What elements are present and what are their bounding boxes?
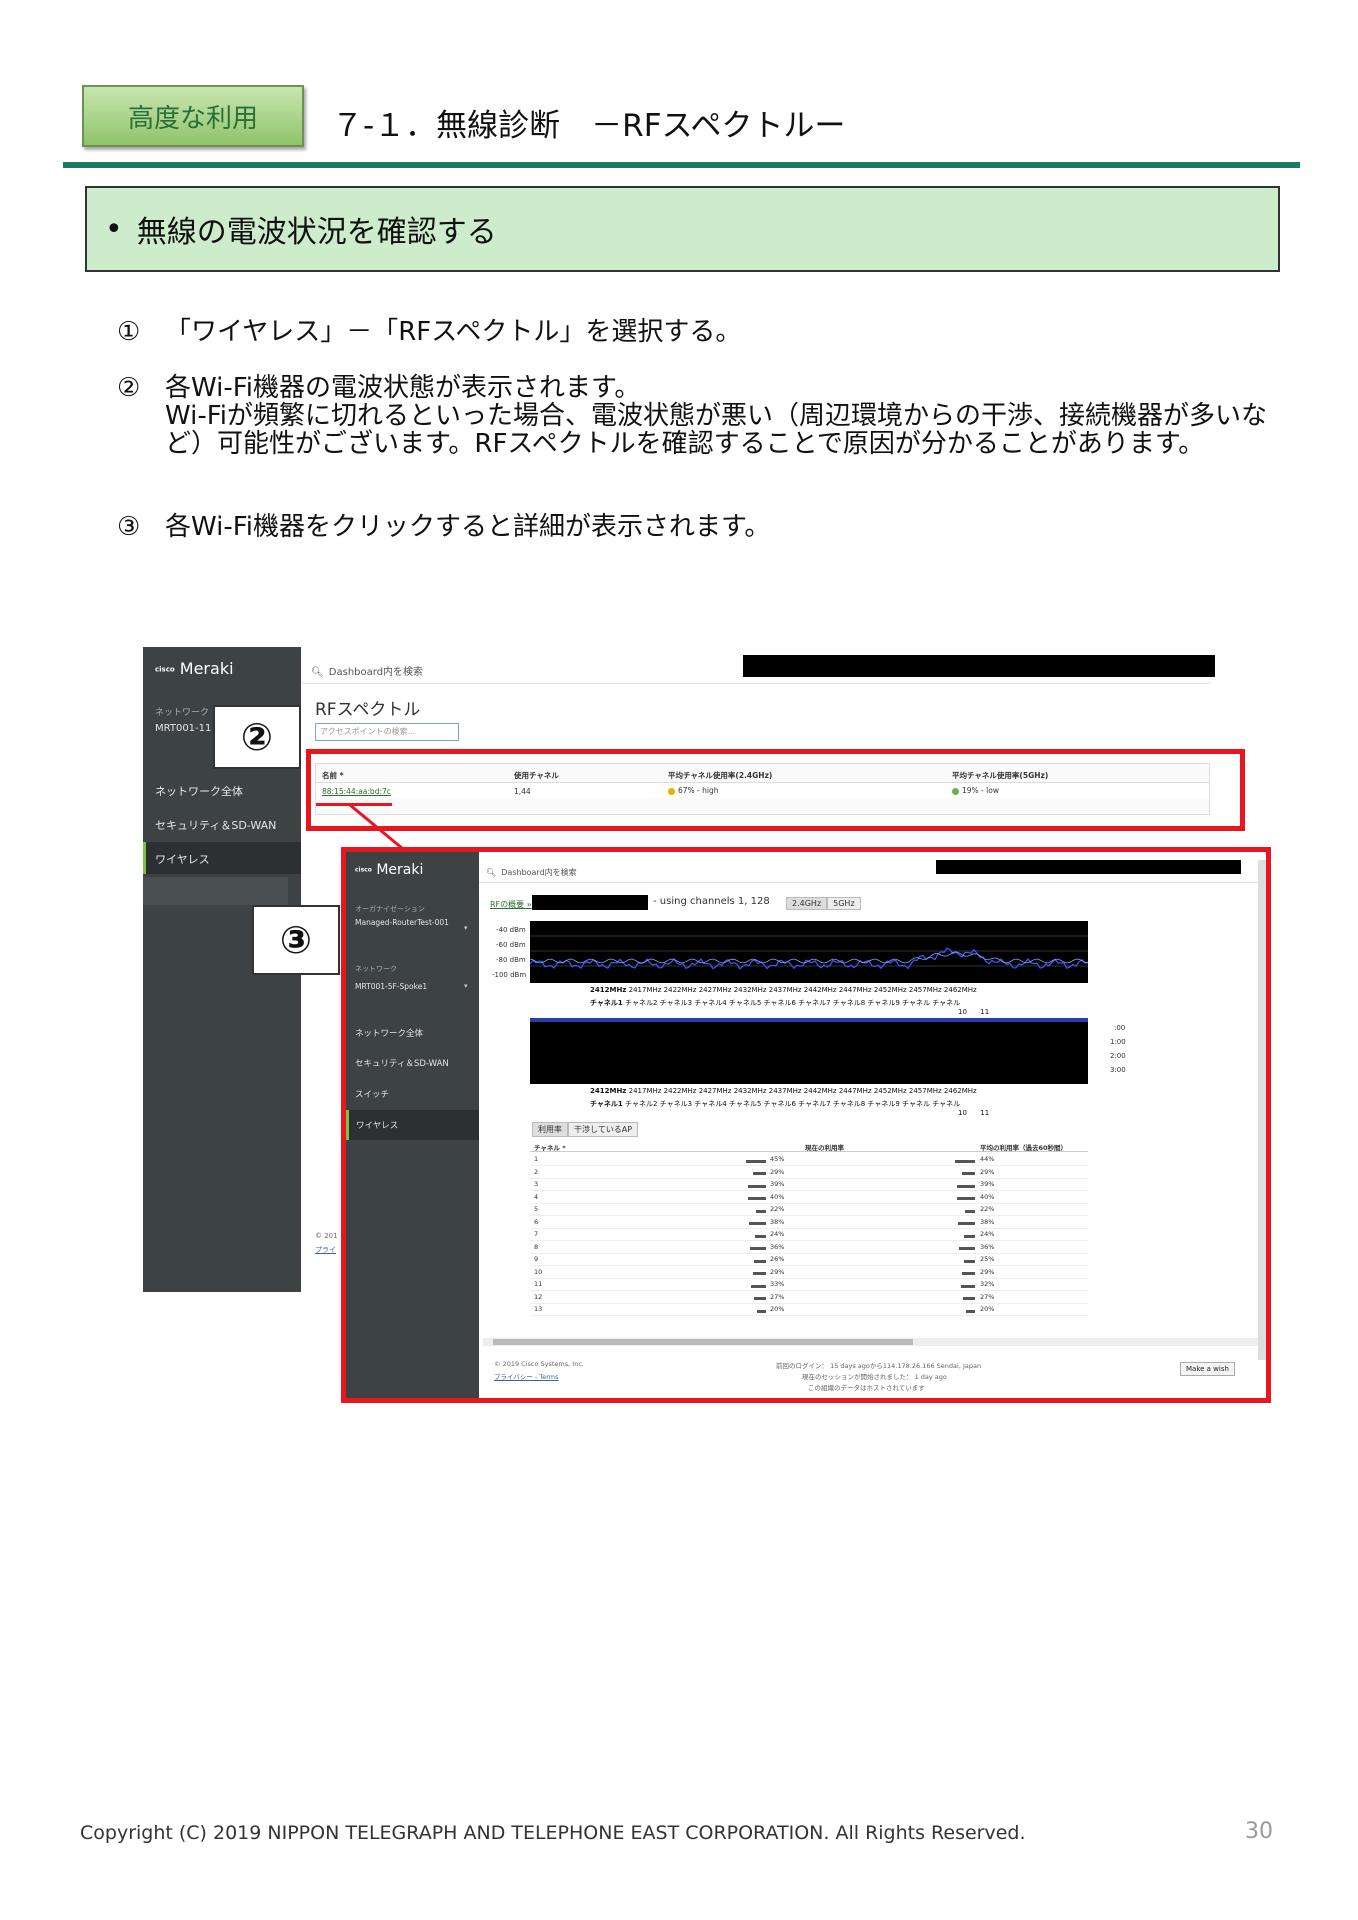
page-title: ７-１．無線診断 －RFスペクトルー (332, 108, 846, 144)
search-icon: 🔍︎ (311, 667, 324, 678)
step-2: ② 各Wi-Fi機器の電波状態が表示されます。 Wi-Fiが頻繁に切れるといった… (117, 374, 1277, 494)
step-3: ③ 各Wi-Fi機器をクリックすると詳細が表示されます。 (117, 513, 1277, 543)
footer-copyright: © 201 (315, 1232, 338, 1240)
step-number: ② (117, 373, 141, 403)
page-number: 30 (1245, 1819, 1273, 1844)
redacted-bar (743, 655, 1215, 677)
summary-box: • 無線の電波状況を確認する (85, 186, 1280, 272)
rf-page-title: RFスペクトル (315, 700, 421, 720)
step-text: 各Wi-Fi機器の電波状態が表示されます。 Wi-Fiが頻繁に切れるといった場合… (165, 373, 1268, 459)
summary-text: 無線の電波状況を確認する (136, 215, 497, 250)
nav-security-sdwan[interactable]: セキュリティ＆SD-WAN (155, 817, 276, 833)
callout-step-2: ② (213, 705, 301, 769)
highlight-detail (341, 847, 1271, 1403)
ap-search-input[interactable]: アクセスポイントの検索... (315, 723, 459, 741)
copyright: Copyright (C) 2019 NIPPON TELEGRAPH AND … (80, 1822, 1026, 1844)
step-number: ③ (117, 512, 141, 542)
footer-privacy-link[interactable]: プライ (315, 1245, 336, 1255)
title-divider (63, 162, 1300, 168)
badge-label: 高度な利用 (127, 103, 258, 134)
submenu-placeholder (143, 877, 288, 905)
section-badge: 高度な利用 (82, 85, 304, 147)
search-bar[interactable]: 🔍︎ Dashboard内を検索 (311, 660, 423, 679)
nav-network-wide[interactable]: ネットワーク全体 (155, 783, 243, 799)
search-input[interactable]: Dashboard内を検索 (329, 667, 423, 678)
network-label: ネットワーク (155, 708, 210, 718)
network-selector[interactable]: MRT001-11 (155, 723, 211, 734)
step-1: ① 「ワイヤレス」－「RFスペクトル」を選択する。 (117, 318, 1277, 348)
step-text: 「ワイヤレス」－「RFスペクトル」を選択する。 (165, 317, 742, 347)
step-text: 各Wi-Fi機器をクリックすると詳細が表示されます。 (165, 512, 771, 542)
header-divider (301, 683, 1211, 684)
bullet: • (105, 211, 123, 247)
highlight-ap-table (306, 749, 1245, 831)
meraki-logo: cisco Meraki (155, 659, 234, 678)
step-number: ① (117, 317, 141, 347)
callout-step-3: ③ (252, 905, 340, 975)
nav-wireless[interactable]: ワイヤレス (143, 842, 301, 874)
